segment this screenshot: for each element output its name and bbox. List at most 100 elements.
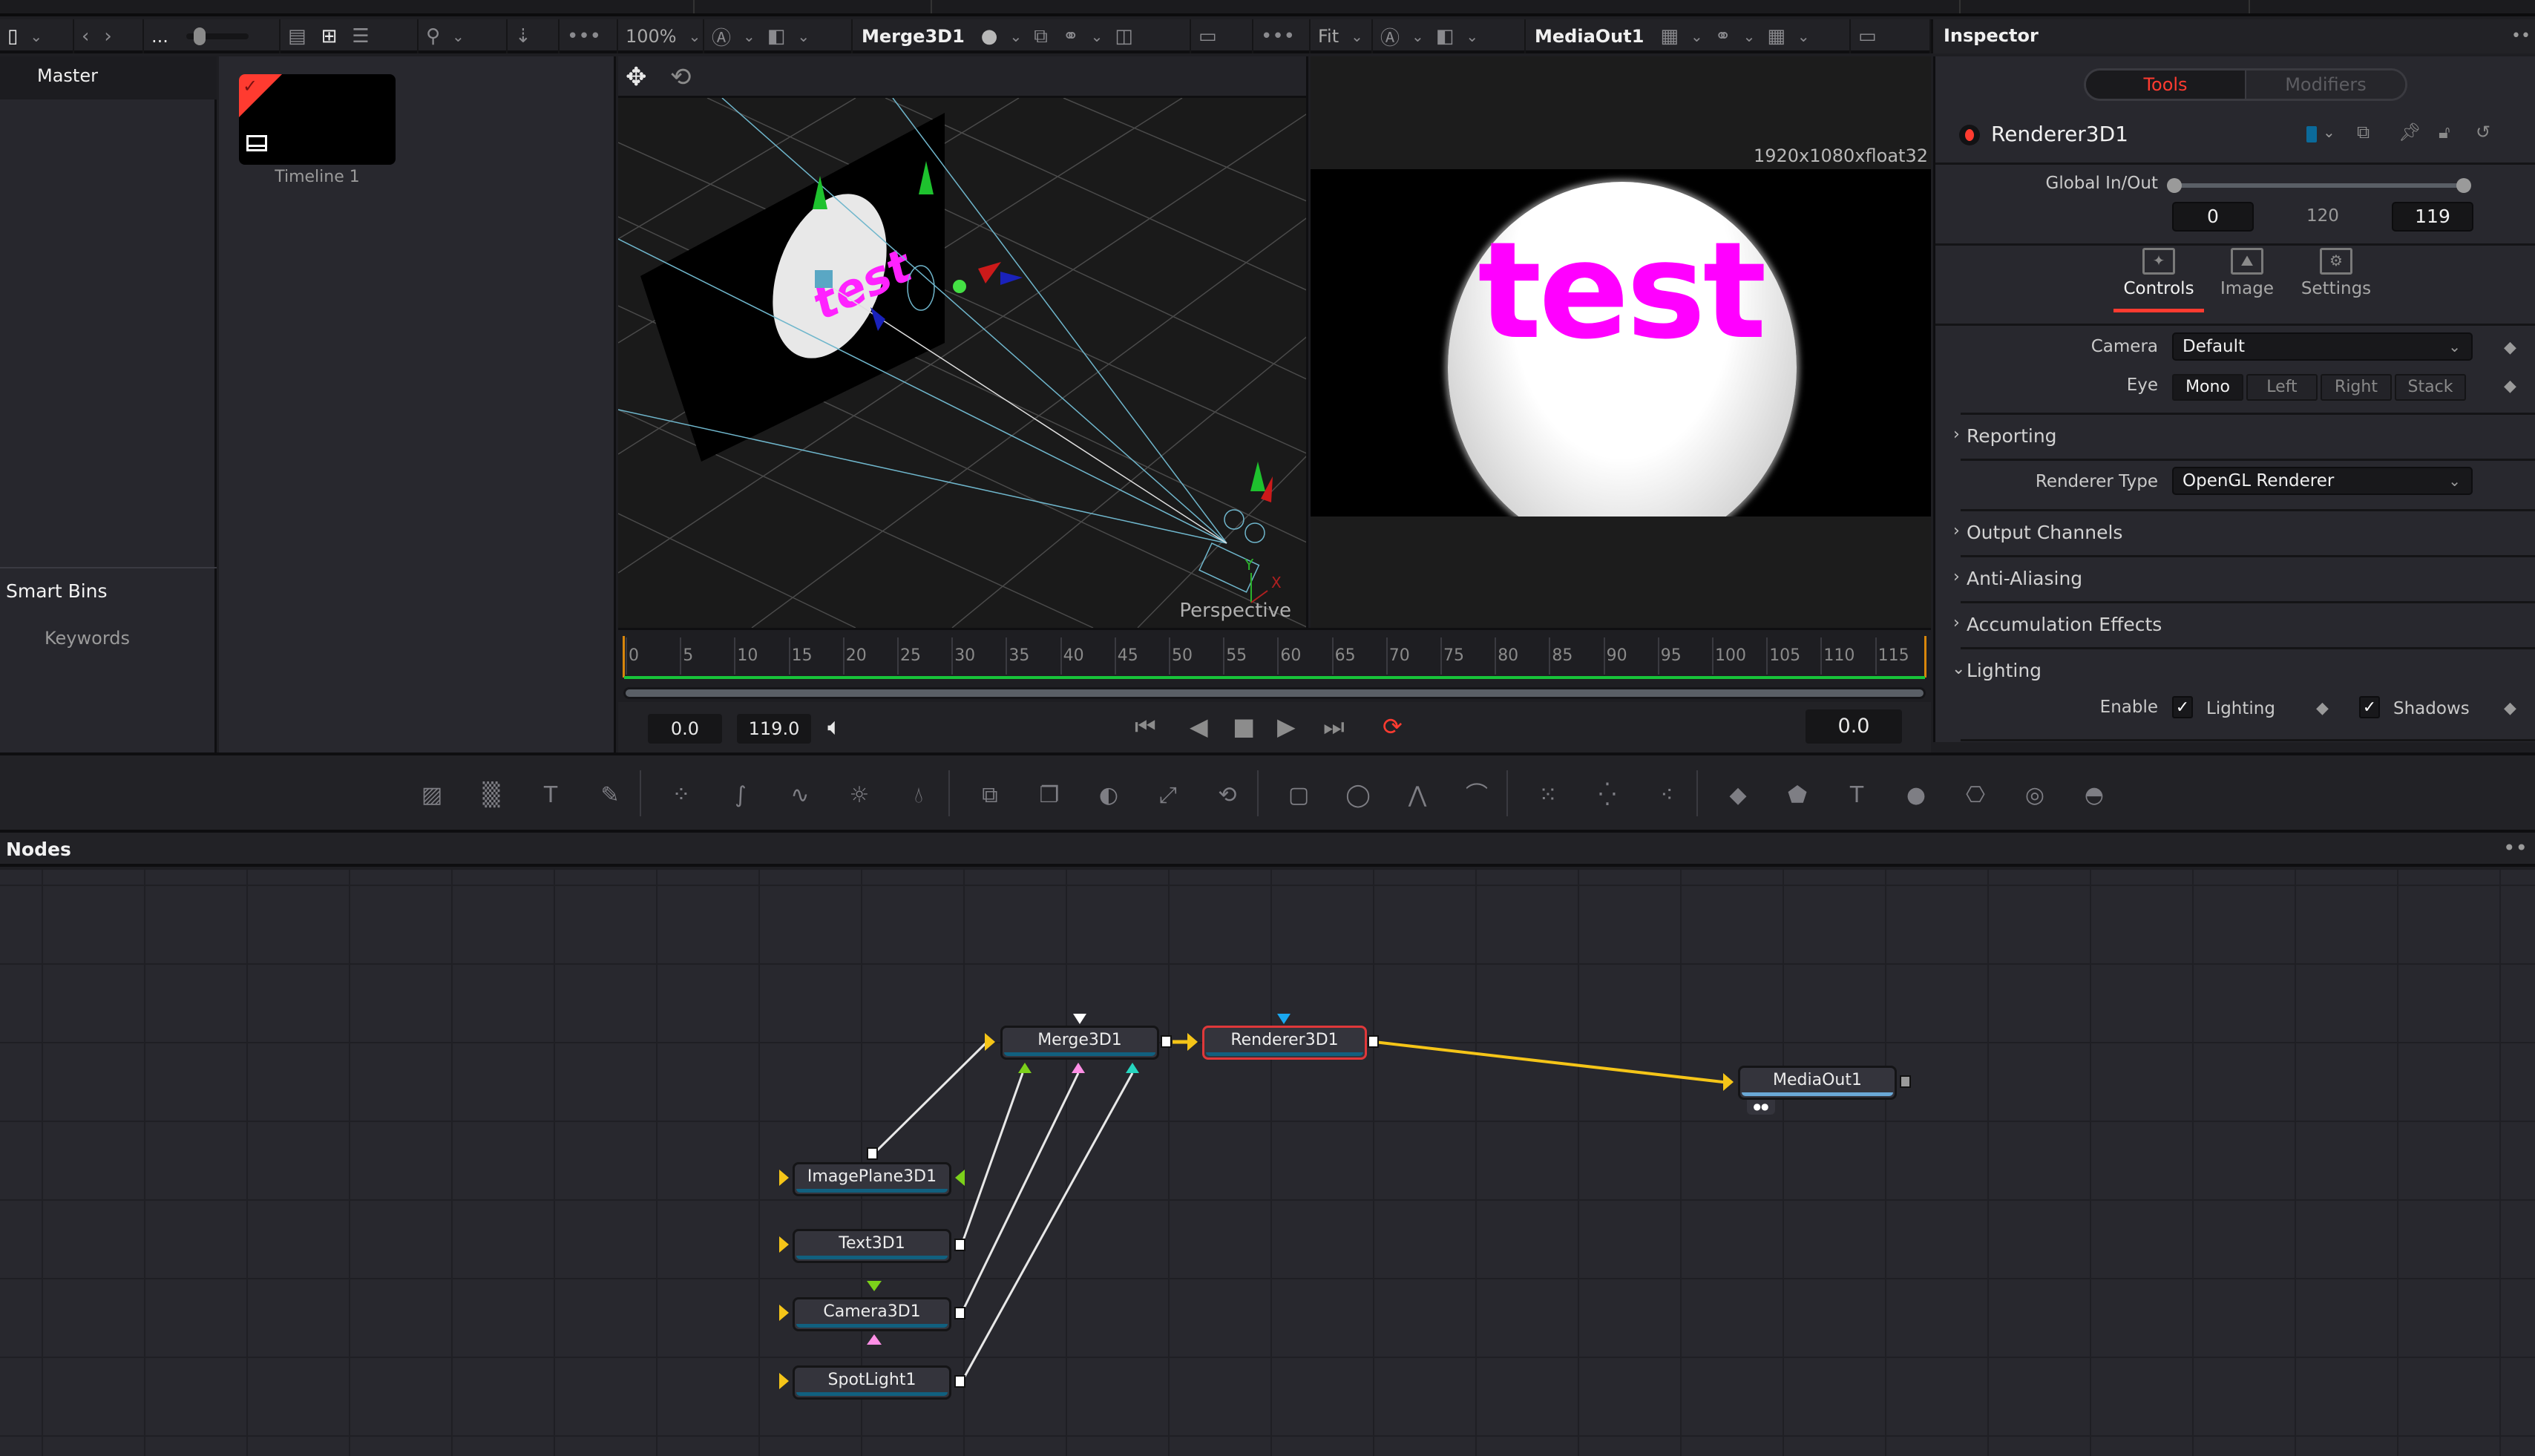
input-port[interactable] [779,1373,789,1389]
color-curves-icon[interactable]: ∫ [724,781,757,810]
render-end-marker[interactable] [1924,636,1926,678]
time-ruler[interactable]: 0 5 10 15 20 25 30 35 40 45 50 55 60 65 70 75 80 85 90 95 10… [618,628,1931,680]
render-end-field[interactable]: 119.0 [737,714,811,744]
background-icon[interactable]: ▨ [416,781,448,810]
node-camera3d1[interactable]: Camera3D1 [793,1297,951,1331]
output-port[interactable] [954,1307,965,1319]
input-port[interactable] [1723,1073,1734,1091]
fast-noise-icon[interactable]: ▒ [475,781,508,810]
slider-handle[interactable] [193,27,206,45]
camera-dropdown[interactable]: Default ⌄ [2172,332,2473,361]
reset-icon[interactable]: ↺ [2476,122,2490,142]
thumbnail-size-slider[interactable] [186,27,249,45]
text-3d-icon[interactable]: T [1840,781,1873,810]
node-merge3d1[interactable]: Merge3D1 [1000,1026,1159,1060]
tab-tools[interactable]: Tools [2086,70,2246,99]
thumbnail-view-icon[interactable]: ⊞ [314,25,345,47]
go-to-start-icon[interactable]: ⏮︎ [1135,712,1156,741]
brightness-contrast-icon[interactable]: ☼ [843,781,876,810]
viewer-zoom-dropdown[interactable]: 100% [618,26,684,47]
ellipse-mask-icon[interactable]: ◯ [1342,781,1374,810]
forward-icon[interactable]: › [96,25,119,47]
chevron-down-icon[interactable]: ⌄ [1086,27,1108,45]
polygon-mask-icon[interactable]: ⋀ [1401,781,1434,810]
go-to-end-icon[interactable]: ⏭︎ [1323,712,1345,741]
output-port[interactable] [1161,1035,1172,1048]
material-input[interactable] [955,1170,965,1186]
resize-icon[interactable]: ⤢ [1152,781,1184,810]
loop-icon[interactable]: ⟳ [1383,712,1403,741]
keyframe-icon[interactable]: ◆ [2504,377,2516,396]
chevron-down-icon[interactable]: ⌄ [1005,27,1026,45]
luma-keyer-icon[interactable]: ◐ [1092,781,1125,810]
more-bins-button[interactable]: ... [144,26,176,47]
lighting-checkbox[interactable]: ✓ [2172,696,2193,718]
chevron-down-icon[interactable]: ⌄ [738,27,760,45]
output-port[interactable] [867,1147,878,1160]
chevron-down-icon[interactable]: ⌄ [447,27,469,45]
spotlight-icon[interactable]: ◎ [2019,781,2051,810]
paint-icon[interactable]: ✎ [594,781,626,810]
chevron-down-icon[interactable]: ⌄ [2323,123,2335,141]
renderer-type-dropdown[interactable]: OpenGL Renderer ⌄ [2172,467,2473,495]
right-viewer-fit-dropdown[interactable]: Fit [1311,26,1346,47]
input-background[interactable] [985,1033,995,1051]
rotate-icon[interactable]: ⟲ [670,62,692,92]
tab-modifiers[interactable]: Modifiers [2246,70,2405,99]
roi-icon[interactable]: ◧ [1429,25,1462,47]
chevron-down-icon[interactable]: ⌄ [1793,27,1814,45]
node-imageplane3d1[interactable]: ImagePlane3D1 [793,1162,951,1196]
more-options-icon[interactable]: ••• [560,25,609,47]
output-port[interactable] [1900,1075,1911,1088]
chevron-down-icon[interactable]: ⌄ [25,27,47,45]
input-port[interactable] [779,1236,789,1253]
output-port[interactable] [954,1239,965,1251]
camera-view-label[interactable]: Perspective [1179,600,1291,622]
left-viewer[interactable]: ✥ ⟲ test Y X Perspective [618,56,1308,628]
lock-icon[interactable]: 🔓︎ [2439,122,2450,142]
sidebar-toggle-icon[interactable]: ▯ [0,25,25,47]
viewer-frame-icon[interactable]: ▭ [1851,25,1884,47]
color-channels-icon[interactable]: ⚭ [1055,25,1086,47]
color-channels-icon[interactable]: ⚭ [1708,25,1739,47]
shape-3d-icon[interactable]: ⬟ [1781,781,1814,810]
camera-stereo-input[interactable] [867,1334,882,1345]
versions-icon[interactable]: ⧉ [2357,122,2370,142]
pin-icon[interactable]: 📌︎ [2398,122,2421,142]
buffer-a-icon[interactable]: Ⓐ [704,23,738,50]
eye-option-mono[interactable]: Mono [2172,374,2243,401]
render-start-field[interactable]: 0.0 [648,714,722,744]
stop-icon[interactable]: ■ [1233,712,1255,741]
smart-bin-keywords[interactable]: Keywords [45,628,130,649]
sort-icon[interactable]: ⇣ [508,25,539,47]
chevron-down-icon[interactable]: ⌄ [1739,27,1760,45]
section-accumulation-effects[interactable]: › Accumulation Effects [1953,601,2535,647]
rectangle-mask-icon[interactable]: ▢ [1282,781,1315,810]
tab-image[interactable]: ⛰ Image [2217,248,2277,298]
chevron-down-icon[interactable]: ⌄ [793,27,814,45]
inspector-options-icon[interactable]: •• [2511,27,2531,45]
output-port[interactable] [1368,1035,1379,1048]
node-enable-toggle[interactable] [1959,125,1980,145]
tab-controls[interactable]: ✦ Controls [2113,248,2204,312]
global-out-field[interactable]: 119 [2392,202,2473,232]
input-effect-mask[interactable] [1277,1014,1291,1024]
section-reporting[interactable]: › Reporting [1953,413,2535,459]
roi-icon[interactable]: ◧ [760,25,793,47]
image-plane-3d-icon[interactable]: ◆ [1722,781,1754,810]
bin-master[interactable]: Master [0,56,217,99]
bspline-mask-icon[interactable]: ⌒ [1460,781,1493,810]
lut-icon[interactable]: ◫ [1107,25,1141,47]
back-icon[interactable]: ‹ [74,25,96,47]
global-in-handle[interactable] [2167,178,2182,193]
node-mediaout1[interactable]: MediaOut1 [1738,1066,1897,1100]
chevron-down-icon[interactable]: ⌄ [1346,27,1368,45]
play-icon[interactable]: ▶︎ [1277,712,1296,741]
input-port[interactable] [779,1170,789,1186]
right-viewer-node-name[interactable]: MediaOut1 [1526,26,1653,47]
node-spotlight1[interactable]: SpotLight1 [793,1365,951,1400]
camera-3d-icon[interactable]: ⎔ [1959,781,1992,810]
matte-control-icon[interactable]: 💧︎ [902,781,935,810]
view-stack-icon[interactable]: ⧉ [1026,25,1055,48]
global-inout-slider[interactable] [2167,178,2471,193]
